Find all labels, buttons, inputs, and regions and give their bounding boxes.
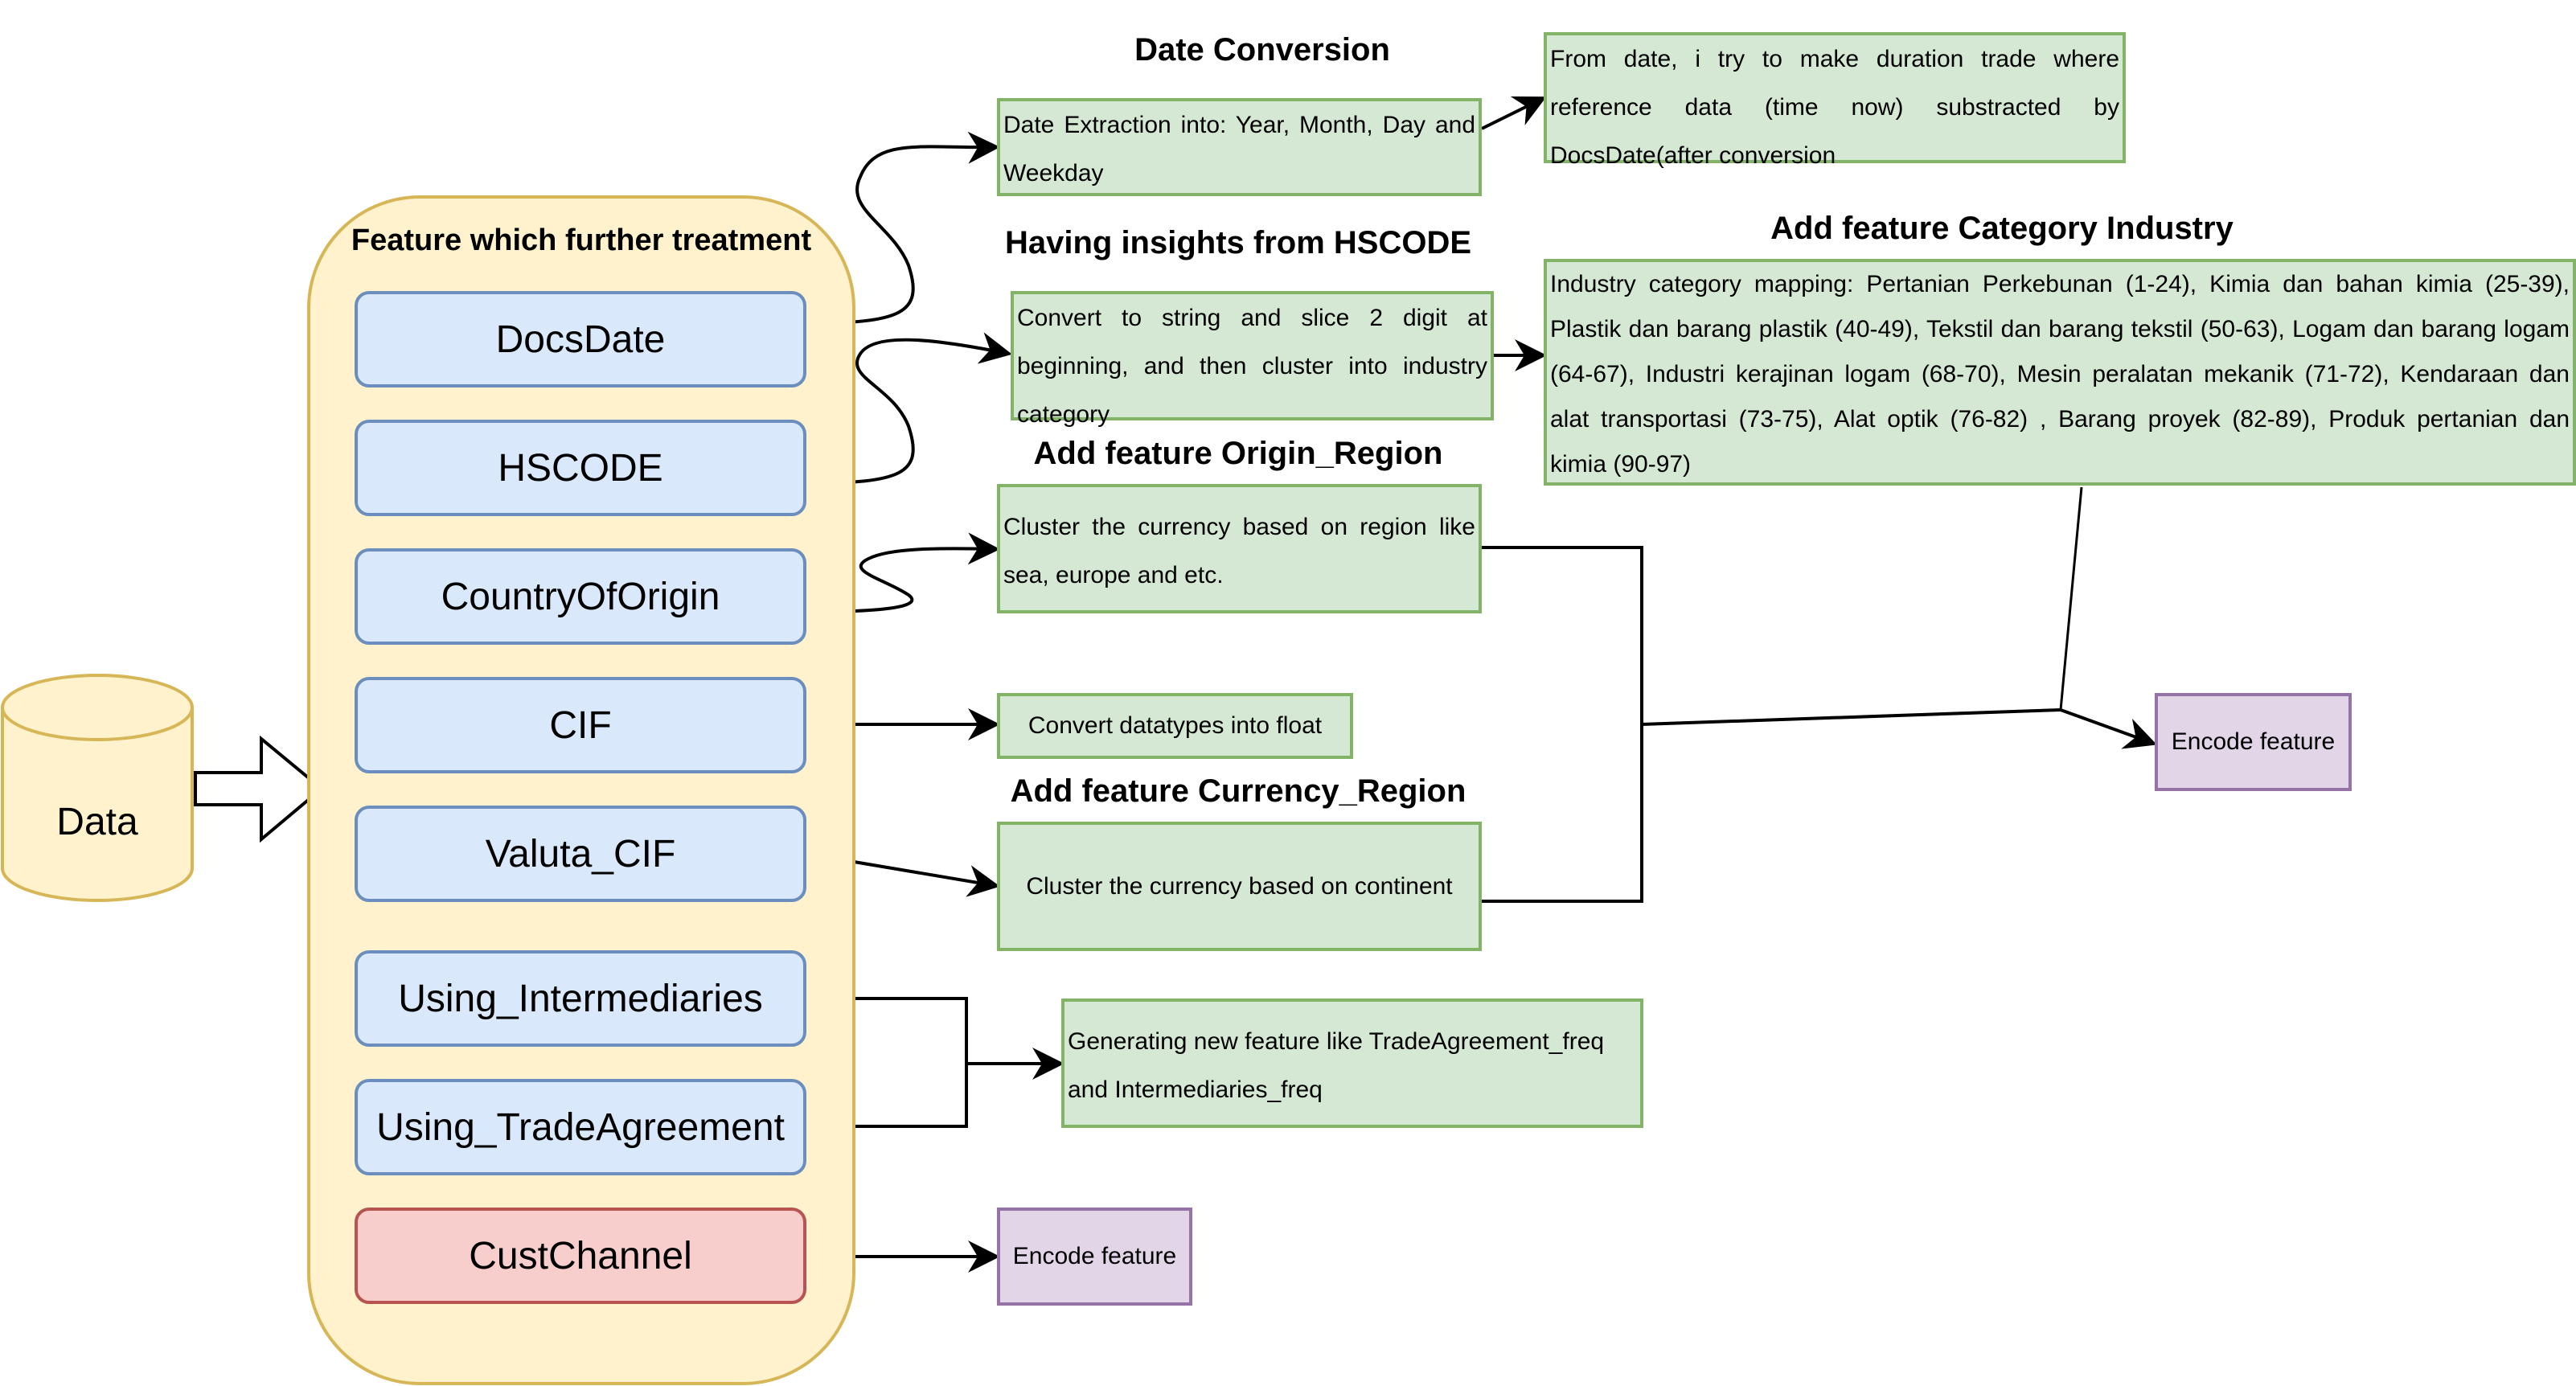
edge-origin-merge [1482, 546, 1643, 903]
feature-hscode[interactable]: HSCODE [355, 420, 806, 516]
encode-feature-main[interactable]: Encode feature [2155, 693, 2352, 791]
feature-docsdate[interactable]: DocsDate [355, 291, 806, 388]
step-origin-cluster[interactable]: Cluster the currency based on region lik… [997, 484, 1482, 613]
edge-industry-junction [2059, 486, 2083, 711]
label-date-conversion: Date Conversion [1134, 32, 1390, 68]
step-date-extraction[interactable]: Date Extraction into: Year, Month, Day a… [997, 98, 1482, 196]
step-currency-cluster[interactable]: Cluster the currency based on continent [997, 822, 1482, 951]
label-origin-region: Add feature Origin_Region [1033, 436, 1443, 471]
step-industry-mapping[interactable]: Industry category mapping: Pertanian Per… [1544, 259, 2576, 486]
data-source-label: Data [56, 801, 138, 843]
step-freq-features[interactable]: Generating new feature like TradeAgreeme… [1061, 998, 1643, 1128]
edge-junction-encode [2060, 708, 2157, 749]
feature-valuta-cif[interactable]: Valuta_CIF [355, 806, 806, 902]
edge-extraction-duration [1481, 96, 1547, 130]
step-hscode-slice[interactable]: Convert to string and slice 2 digit at b… [1011, 291, 1494, 428]
feature-countryoforigin[interactable]: CountryOfOrigin [355, 548, 806, 645]
data-cylinder [1, 674, 194, 902]
step-cif-float[interactable]: Convert datatypes into float [997, 693, 1353, 759]
feature-using-tradeagreement[interactable]: Using_TradeAgreement [355, 1079, 806, 1175]
edge-merge-junction [1641, 708, 2061, 726]
feature-custchannel[interactable]: CustChannel [355, 1208, 806, 1304]
encode-feature-channel[interactable]: Encode feature [997, 1208, 1192, 1306]
label-hscode-insights: Having insights from HSCODE [1004, 225, 1472, 260]
step-duration-trade[interactable]: From date, i try to make duration trade … [1544, 32, 2126, 169]
label-category-industry: Add feature Category Industry [1770, 211, 2233, 246]
container-title: Feature which further treatment [351, 223, 812, 257]
feature-using-intermediaries[interactable]: Using_Intermediaries [355, 950, 806, 1047]
label-currency-region: Add feature Currency_Region [1010, 773, 1466, 809]
block-arrow [194, 735, 325, 843]
feature-cif[interactable]: CIF [355, 677, 806, 773]
